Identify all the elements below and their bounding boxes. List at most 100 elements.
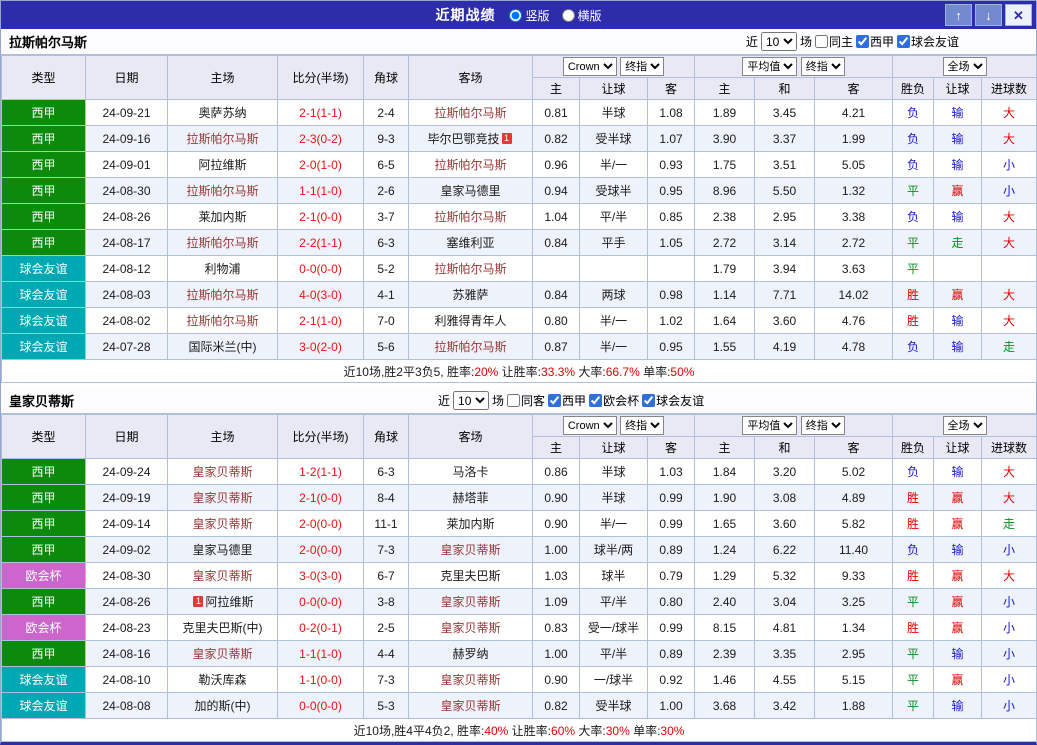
move-up-icon[interactable]: ↑ xyxy=(945,4,972,26)
result-handicap: 输 xyxy=(934,641,982,667)
titlebar: 近期战绩 竖版 横版 ↑ ↓ ✕ xyxy=(1,1,1036,29)
match-scope-select[interactable]: 全场 xyxy=(943,57,987,76)
filter-check-1[interactable]: 西甲 xyxy=(856,33,894,50)
result-handicap xyxy=(934,256,982,282)
away-team: 塞维利亚 xyxy=(409,230,533,256)
avg-away: 4.76 xyxy=(815,308,893,334)
col-header-away: 客场 xyxy=(409,415,533,459)
odds-away: 0.85 xyxy=(648,204,695,230)
avg-home: 2.38 xyxy=(695,204,755,230)
col-header-wdl: 胜负 xyxy=(893,78,934,100)
summary-text: 50% xyxy=(670,365,694,379)
avg-away: 3.63 xyxy=(815,256,893,282)
odds-home: 0.90 xyxy=(533,511,580,537)
odds-home: 0.82 xyxy=(533,693,580,719)
horizontal-radio-label: 横版 xyxy=(578,7,602,24)
summary-text: 40% xyxy=(484,724,508,738)
odds-home xyxy=(533,256,580,282)
filter-checkbox[interactable] xyxy=(815,35,828,48)
avg-type-select[interactable]: 平均值 xyxy=(742,416,797,435)
move-down-icon[interactable]: ↓ xyxy=(975,4,1002,26)
filter-bar: 近10场同客西甲欧会杯球会友谊 xyxy=(438,391,704,410)
vertical-radio-input[interactable] xyxy=(509,9,522,22)
odds-stage-select[interactable]: 终指 xyxy=(620,416,664,435)
result-handicap: 输 xyxy=(934,204,982,230)
filter-checkbox[interactable] xyxy=(507,394,520,407)
league-type-badge: 西甲 xyxy=(2,178,86,204)
odds-away: 0.98 xyxy=(648,282,695,308)
avg-draw: 3.60 xyxy=(755,511,815,537)
horizontal-radio-input[interactable] xyxy=(562,9,575,22)
result-wdl: 胜 xyxy=(893,282,934,308)
rank-badge: 1 xyxy=(193,596,203,607)
filter-checkbox[interactable] xyxy=(548,394,561,407)
layout-radio-horizontal[interactable]: 横版 xyxy=(562,7,602,24)
away-team: 克里夫巴斯 xyxy=(409,563,533,589)
avg-stage-select[interactable]: 终指 xyxy=(801,57,845,76)
corner-score: 7-3 xyxy=(364,537,409,563)
match-date: 24-09-21 xyxy=(86,100,168,126)
result-wdl: 平 xyxy=(893,230,934,256)
filter-check-2[interactable]: 欧会杯 xyxy=(589,392,639,409)
odds-handicap: 球半/两 xyxy=(580,537,648,563)
league-type-badge: 球会友谊 xyxy=(2,693,86,719)
layout-radio-vertical[interactable]: 竖版 xyxy=(509,7,549,24)
avg-stage-select[interactable]: 终指 xyxy=(801,416,845,435)
avg-draw: 6.22 xyxy=(755,537,815,563)
avg-type-select[interactable]: 平均值 xyxy=(742,57,797,76)
odds-stage-select[interactable]: 终指 xyxy=(620,57,664,76)
avg-home: 2.40 xyxy=(695,589,755,615)
avg-away: 4.21 xyxy=(815,100,893,126)
recent-count-select[interactable]: 10 xyxy=(453,391,489,410)
result-goals: 大 xyxy=(982,230,1037,256)
odds-away: 1.05 xyxy=(648,230,695,256)
match-date: 24-08-03 xyxy=(86,282,168,308)
odds-company-select[interactable]: Crown xyxy=(563,416,617,435)
avg-away: 5.02 xyxy=(815,459,893,485)
summary-text: 单率: xyxy=(630,724,661,738)
avg-away: 2.72 xyxy=(815,230,893,256)
filter-check-0[interactable]: 同客 xyxy=(507,392,545,409)
avg-draw: 3.35 xyxy=(755,641,815,667)
corner-score: 4-1 xyxy=(364,282,409,308)
filter-check-3[interactable]: 球会友谊 xyxy=(642,392,704,409)
avg-draw: 3.51 xyxy=(755,152,815,178)
league-type-badge: 西甲 xyxy=(2,152,86,178)
corner-score: 6-3 xyxy=(364,459,409,485)
filter-check-2[interactable]: 球会友谊 xyxy=(897,33,959,50)
avg-draw: 3.60 xyxy=(755,308,815,334)
league-type-badge: 西甲 xyxy=(2,126,86,152)
avg-home: 1.64 xyxy=(695,308,755,334)
league-type-badge: 西甲 xyxy=(2,230,86,256)
match-date: 24-09-01 xyxy=(86,152,168,178)
avg-home: 1.75 xyxy=(695,152,755,178)
recent-count-select[interactable]: 10 xyxy=(761,32,797,51)
odds-company-select[interactable]: Crown xyxy=(563,57,617,76)
away-team: 苏雅萨 xyxy=(409,282,533,308)
league-type-badge: 西甲 xyxy=(2,589,86,615)
odds-home: 0.82 xyxy=(533,126,580,152)
filter-check-0[interactable]: 同主 xyxy=(815,33,853,50)
match-date: 24-07-28 xyxy=(86,334,168,360)
odds-handicap: 半/一 xyxy=(580,334,648,360)
avg-draw: 3.42 xyxy=(755,693,815,719)
filter-checkbox[interactable] xyxy=(856,35,869,48)
odds-home: 0.83 xyxy=(533,615,580,641)
home-team: 勒沃库森 xyxy=(168,667,278,693)
result-handicap: 赢 xyxy=(934,563,982,589)
filter-checkbox[interactable] xyxy=(589,394,602,407)
away-team: 皇家马德里 xyxy=(409,178,533,204)
league-type-badge: 西甲 xyxy=(2,511,86,537)
away-team: 赫塔菲 xyxy=(409,485,533,511)
odds-home: 0.94 xyxy=(533,178,580,204)
match-scope-select[interactable]: 全场 xyxy=(943,416,987,435)
col-header-avg-away: 客 xyxy=(815,437,893,459)
filter-check-1[interactable]: 西甲 xyxy=(548,392,586,409)
filter-checkbox[interactable] xyxy=(642,394,655,407)
filter-checkbox[interactable] xyxy=(897,35,910,48)
close-icon[interactable]: ✕ xyxy=(1005,4,1032,26)
avg-draw: 5.50 xyxy=(755,178,815,204)
result-wdl: 平 xyxy=(893,256,934,282)
corner-score: 2-6 xyxy=(364,178,409,204)
home-team: 皇家马德里 xyxy=(168,537,278,563)
